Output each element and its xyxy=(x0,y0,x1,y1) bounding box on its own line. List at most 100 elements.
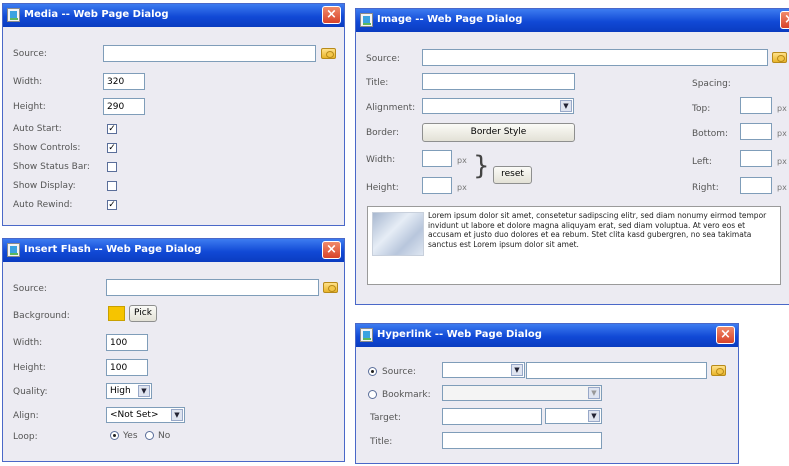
target-input[interactable] xyxy=(442,408,542,425)
background-color-swatch[interactable] xyxy=(108,306,125,321)
spacing-top-input[interactable] xyxy=(740,97,772,114)
auto-start-checkbox[interactable]: ✓ xyxy=(107,124,117,134)
title-label: Title: xyxy=(366,78,389,88)
height-label: Height: xyxy=(13,363,46,373)
spacing-left-unit: px xyxy=(777,157,787,166)
flash-titlebar: Insert Flash -- Web Page Dialog × xyxy=(3,239,344,262)
image-preview: Lorem ipsum dolor sit amet, consetetur s… xyxy=(367,206,781,285)
bookmark-label: Bookmark: xyxy=(382,390,431,400)
width-input[interactable]: 320 xyxy=(103,73,145,90)
quality-label: Quality: xyxy=(13,387,48,397)
height-input[interactable]: 100 xyxy=(106,359,148,376)
loop-yes-radio[interactable] xyxy=(110,431,119,440)
bookmark-select[interactable]: ▼ xyxy=(442,385,602,401)
title-input[interactable] xyxy=(422,73,575,90)
spacing-top-label: Top: xyxy=(692,104,711,114)
spacing-top-unit: px xyxy=(777,104,787,113)
loop-no-radio[interactable] xyxy=(145,431,154,440)
chevron-down-icon: ▼ xyxy=(588,410,600,422)
quality-select[interactable]: High ▼ xyxy=(106,383,152,399)
auto-rewind-checkbox[interactable]: ✓ xyxy=(107,200,117,210)
source-input[interactable] xyxy=(103,45,316,62)
reset-button[interactable]: reset xyxy=(493,166,532,184)
hyperlink-dialog-title: Hyperlink -- Web Page Dialog xyxy=(377,329,542,340)
bookmark-radio[interactable] xyxy=(368,390,377,399)
width-unit: px xyxy=(457,156,467,165)
height-label: Height: xyxy=(366,183,399,193)
image-dialog-title: Image -- Web Page Dialog xyxy=(377,14,523,25)
page-icon xyxy=(360,13,373,27)
image-titlebar: Image -- Web Page Dialog × xyxy=(356,9,789,32)
width-label: Width: xyxy=(13,338,43,348)
spacing-right-input[interactable] xyxy=(740,177,772,194)
close-icon[interactable]: × xyxy=(322,241,341,259)
folder-browse-icon[interactable] xyxy=(323,282,338,293)
target-label: Target: xyxy=(370,413,401,423)
width-input[interactable]: 100 xyxy=(106,334,148,351)
preview-text: Lorem ipsum dolor sit amet, consetetur s… xyxy=(428,211,767,249)
source-input[interactable] xyxy=(106,279,319,296)
background-label: Background: xyxy=(13,311,70,321)
target-select[interactable]: ▼ xyxy=(545,408,602,424)
folder-browse-icon[interactable] xyxy=(772,52,787,63)
folder-browse-icon[interactable] xyxy=(711,365,726,376)
chevron-down-icon: ▼ xyxy=(511,364,523,376)
alignment-label: Alignment: xyxy=(366,103,416,113)
link-dimensions-brace: } xyxy=(473,151,490,181)
show-status-bar-checkbox[interactable] xyxy=(107,162,117,172)
show-status-bar-label: Show Status Bar: xyxy=(13,162,90,172)
title-input[interactable] xyxy=(442,432,602,449)
hyperlink-titlebar: Hyperlink -- Web Page Dialog × xyxy=(356,324,738,347)
show-controls-checkbox[interactable]: ✓ xyxy=(107,143,117,153)
width-input[interactable] xyxy=(422,150,452,167)
insert-flash-dialog: Insert Flash -- Web Page Dialog × Source… xyxy=(2,238,345,462)
auto-rewind-label: Auto Rewind: xyxy=(13,200,73,210)
media-dialog: Media -- Web Page Dialog × Source: Width… xyxy=(2,3,345,226)
close-icon[interactable]: × xyxy=(322,6,341,24)
source-radio[interactable] xyxy=(368,367,377,376)
close-icon[interactable]: × xyxy=(780,11,789,29)
spacing-bottom-unit: px xyxy=(777,129,787,138)
height-input[interactable] xyxy=(422,177,452,194)
source-label: Source: xyxy=(13,49,47,59)
width-label: Width: xyxy=(366,155,396,165)
align-select[interactable]: <Not Set> ▼ xyxy=(106,407,185,423)
media-titlebar: Media -- Web Page Dialog × xyxy=(3,4,344,27)
spacing-left-label: Left: xyxy=(692,157,712,167)
source-input[interactable] xyxy=(422,49,768,66)
spacing-label: Spacing: xyxy=(692,79,731,89)
image-dialog: Image -- Web Page Dialog × Source: Title… xyxy=(355,8,789,305)
loop-no-label: No xyxy=(158,431,171,441)
chevron-down-icon: ▼ xyxy=(588,387,600,399)
spacing-right-label: Right: xyxy=(692,183,719,193)
spacing-right-unit: px xyxy=(777,183,787,192)
flash-dialog-title: Insert Flash -- Web Page Dialog xyxy=(24,244,202,255)
loop-yes-label: Yes xyxy=(123,431,138,441)
close-icon[interactable]: × xyxy=(716,326,735,344)
source-label: Source: xyxy=(382,367,416,377)
hyperlink-dialog: Hyperlink -- Web Page Dialog × Source: ▼… xyxy=(355,323,739,464)
protocol-select[interactable]: ▼ xyxy=(442,362,525,378)
spacing-bottom-label: Bottom: xyxy=(692,129,729,139)
show-display-label: Show Display: xyxy=(13,181,76,191)
auto-start-label: Auto Start: xyxy=(13,124,62,134)
height-unit: px xyxy=(457,183,467,192)
chevron-down-icon: ▼ xyxy=(138,385,150,397)
alignment-select[interactable]: ▼ xyxy=(422,98,574,114)
align-value: <Not Set> xyxy=(110,410,159,420)
show-display-checkbox[interactable] xyxy=(107,181,117,191)
align-label: Align: xyxy=(13,411,39,421)
spacing-bottom-input[interactable] xyxy=(740,123,772,140)
height-input[interactable]: 290 xyxy=(103,98,145,115)
show-controls-label: Show Controls: xyxy=(13,143,81,153)
source-input[interactable] xyxy=(526,362,707,379)
spacing-left-input[interactable] xyxy=(740,150,772,167)
border-style-button[interactable]: Border Style xyxy=(422,123,575,142)
folder-browse-icon[interactable] xyxy=(321,48,336,59)
page-icon xyxy=(360,328,373,342)
page-icon xyxy=(7,243,20,257)
height-label: Height: xyxy=(13,102,46,112)
pick-color-button[interactable]: Pick xyxy=(129,305,157,322)
quality-value: High xyxy=(110,386,131,396)
chevron-down-icon: ▼ xyxy=(171,409,183,421)
